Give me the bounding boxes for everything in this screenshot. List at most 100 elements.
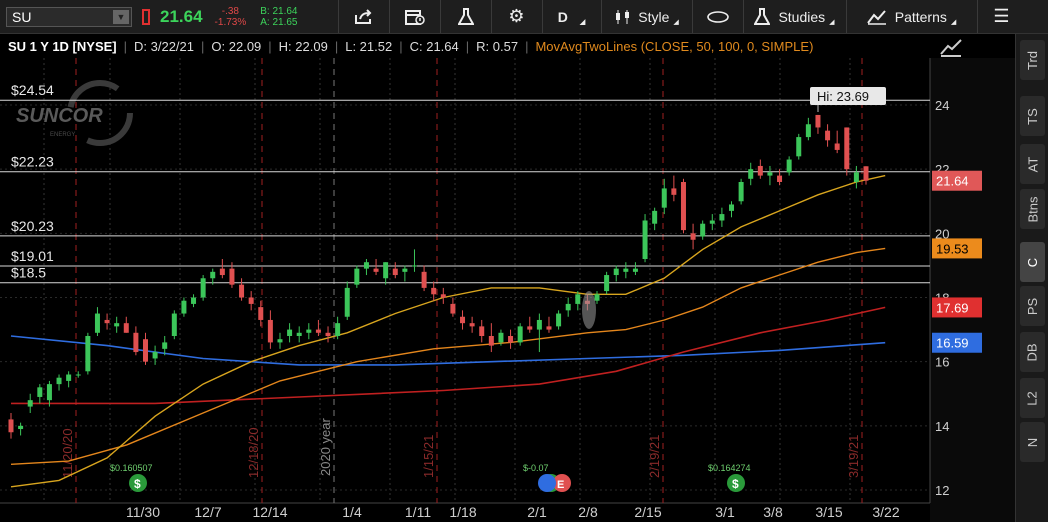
- candle-body[interactable]: [498, 332, 504, 343]
- candle-body[interactable]: [142, 339, 148, 362]
- candle-body[interactable]: [719, 214, 725, 221]
- candle-body[interactable]: [191, 297, 197, 304]
- candle-body[interactable]: [777, 175, 783, 182]
- candle-body[interactable]: [277, 339, 283, 343]
- candle-body[interactable]: [527, 326, 533, 330]
- candle-body[interactable]: [219, 268, 225, 276]
- sidebar-tab-n[interactable]: N: [1020, 422, 1045, 462]
- candle-body[interactable]: [94, 313, 100, 333]
- candle-body[interactable]: [171, 313, 177, 336]
- candle-body[interactable]: [748, 169, 754, 179]
- candle-body[interactable]: [536, 319, 542, 330]
- candle-body[interactable]: [556, 313, 562, 327]
- study-label[interactable]: MovAvgTwoLines (CLOSE, 50, 100, 0, SIMPL…: [535, 39, 813, 54]
- candle-body[interactable]: [834, 143, 840, 150]
- candle-body[interactable]: [815, 114, 821, 128]
- candle-body[interactable]: [729, 204, 735, 211]
- sidebar-tab-trd[interactable]: Trd: [1020, 40, 1045, 80]
- sidebar-tab-c[interactable]: C: [1020, 242, 1045, 282]
- candle-body[interactable]: [671, 188, 677, 195]
- candle-body[interactable]: [431, 287, 437, 295]
- candle-body[interactable]: [613, 268, 619, 276]
- candle-body[interactable]: [460, 316, 466, 324]
- candle-body[interactable]: [200, 278, 206, 298]
- candle-body[interactable]: [37, 387, 43, 397]
- style-button[interactable]: Style ◢: [602, 0, 692, 33]
- draw-tool-button[interactable]: [938, 36, 964, 58]
- flask-button[interactable]: [441, 0, 491, 33]
- candle-body[interactable]: [479, 326, 485, 336]
- candle-body[interactable]: [411, 265, 417, 267]
- candle-body[interactable]: [152, 352, 158, 359]
- candle-body[interactable]: [181, 300, 187, 314]
- drawings-button[interactable]: [693, 0, 743, 33]
- candle-body[interactable]: [248, 297, 254, 304]
- plot-background[interactable]: [0, 58, 930, 503]
- price-chart[interactable]: 11/20/20 12/18/20 2020 year 1/15/21 2/19/21 3…: [0, 58, 1015, 522]
- candle-body[interactable]: [344, 287, 350, 317]
- candle-body[interactable]: [508, 336, 514, 343]
- candle-body[interactable]: [75, 374, 81, 376]
- candle-body[interactable]: [863, 166, 869, 181]
- candle-body[interactable]: [402, 268, 408, 272]
- candle-body[interactable]: [162, 342, 168, 349]
- candle-body[interactable]: [421, 271, 427, 288]
- sidebar-tab-btns[interactable]: Btns: [1020, 189, 1045, 229]
- settings-button[interactable]: ⚙: [492, 0, 542, 33]
- candle-body[interactable]: [632, 268, 638, 272]
- sidebar-tab-ts[interactable]: TS: [1020, 96, 1045, 136]
- candle-body[interactable]: [690, 233, 696, 240]
- candle-body[interactable]: [517, 326, 523, 343]
- candle-body[interactable]: [853, 172, 859, 182]
- candle-body[interactable]: [133, 332, 139, 353]
- candle-body[interactable]: [66, 374, 72, 381]
- candle-body[interactable]: [296, 332, 302, 336]
- candle-body[interactable]: [738, 182, 744, 202]
- candle-body[interactable]: [210, 271, 216, 279]
- alert-flag-icon[interactable]: [142, 8, 150, 25]
- candle-body[interactable]: [267, 319, 273, 343]
- candle-body[interactable]: [488, 336, 494, 346]
- chevron-down-icon[interactable]: ▼: [113, 9, 129, 24]
- candle-body[interactable]: [335, 323, 341, 336]
- candle-body[interactable]: [661, 188, 667, 208]
- candle-body[interactable]: [700, 223, 706, 237]
- candle-body[interactable]: [604, 275, 610, 292]
- candle-body[interactable]: [229, 268, 235, 285]
- candle-body[interactable]: [767, 172, 773, 176]
- candle-body[interactable]: [363, 262, 369, 269]
- candle-body[interactable]: [56, 377, 62, 385]
- candle-body[interactable]: [258, 307, 264, 320]
- sidebar-tab-l2[interactable]: L2: [1020, 378, 1045, 418]
- studies-button[interactable]: Studies ◢: [744, 0, 846, 33]
- sidebar-tab-db[interactable]: DB: [1020, 332, 1045, 372]
- candle-body[interactable]: [709, 220, 715, 224]
- candle-body[interactable]: [27, 400, 33, 407]
- patterns-button[interactable]: Patterns ◢: [847, 0, 977, 33]
- candle-body[interactable]: [383, 262, 389, 279]
- symbol-selector[interactable]: SU ▼: [6, 6, 132, 27]
- sidebar-tab-ps[interactable]: PS: [1020, 286, 1045, 326]
- aggregation-period-button[interactable]: D ◢: [543, 0, 601, 33]
- candle-body[interactable]: [652, 210, 658, 224]
- candle-body[interactable]: [796, 137, 802, 157]
- candle-body[interactable]: [306, 329, 312, 333]
- candle-body[interactable]: [642, 220, 648, 260]
- candle-body[interactable]: [575, 294, 581, 304]
- candle-body[interactable]: [825, 130, 831, 141]
- candle-body[interactable]: [757, 165, 763, 176]
- candle-body[interactable]: [287, 329, 293, 336]
- candle-body[interactable]: [123, 323, 129, 333]
- candle-body[interactable]: [18, 425, 24, 430]
- menu-button[interactable]: ☰: [978, 0, 1026, 33]
- candle-body[interactable]: [450, 303, 456, 314]
- share-button[interactable]: [339, 0, 389, 33]
- candle-body[interactable]: [354, 268, 360, 285]
- event-marker[interactable]: [538, 474, 556, 492]
- candle-body[interactable]: [104, 319, 110, 324]
- candle-body[interactable]: [373, 268, 379, 272]
- candle-body[interactable]: [594, 294, 600, 301]
- candle-body[interactable]: [239, 284, 245, 298]
- candle-body[interactable]: [440, 294, 446, 298]
- candle-body[interactable]: [786, 159, 792, 173]
